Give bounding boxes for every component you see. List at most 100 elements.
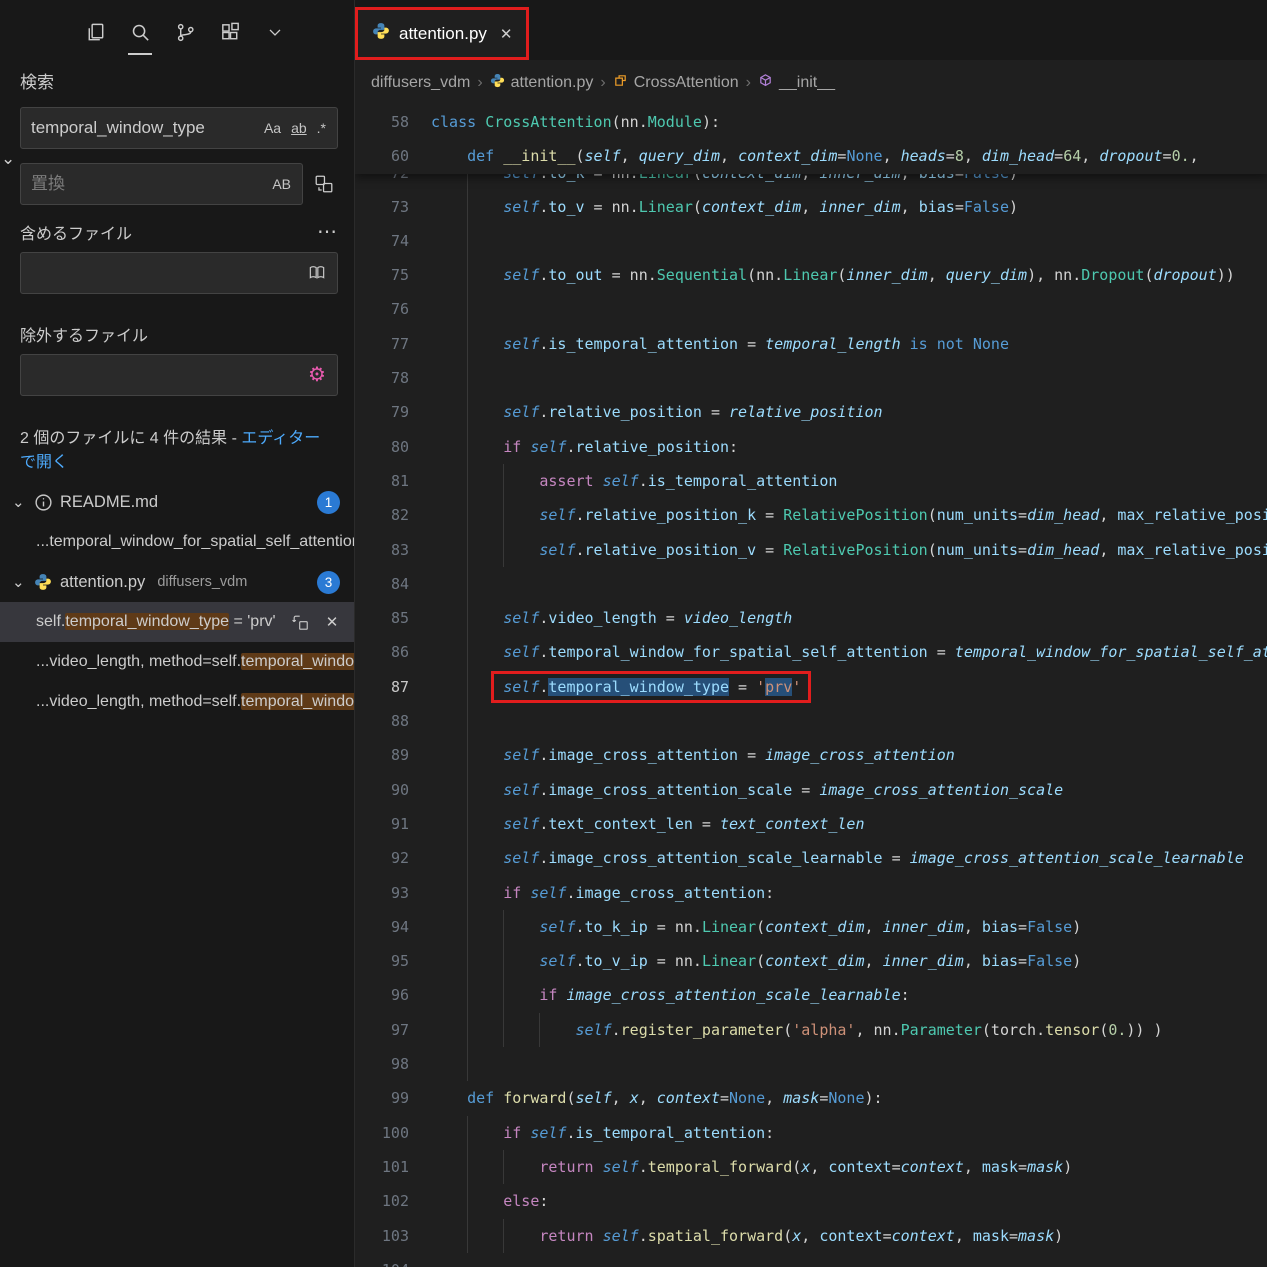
search-input[interactable] [31,118,259,138]
exclude-files-input[interactable] [31,365,303,385]
code-line: 93 if self.image_cross_attention: [355,875,1267,910]
search-result-row[interactable]: self.temporal_window_type = 'prv' ✕ [0,602,354,642]
code-line-content[interactable] [431,1047,1267,1082]
code-line-content[interactable]: self.relative_position_k = RelativePosit… [431,498,1267,533]
replace-icon[interactable] [288,610,312,634]
code-line-content[interactable]: if self.image_cross_attention: [431,875,1267,910]
code-line-content[interactable] [431,704,1267,739]
indent-guide [503,532,505,567]
code-line-content[interactable]: self.text_context_len = text_context_len [431,806,1267,842]
code-line-content[interactable]: self.to_v_ip = nn.Linear(context_dim, in… [431,944,1267,979]
code-line-content[interactable]: self.to_k_ip = nn.Linear(context_dim, in… [431,909,1267,945]
match-case-icon[interactable]: Aa [259,117,286,139]
code-line-content[interactable]: self.video_length = video_length [431,601,1267,636]
include-files-input[interactable] [31,263,303,283]
chevron-down-icon[interactable]: ⌄ [12,573,34,591]
file-result-row[interactable]: ⌄ attention.py diffusers_vdm 3 [0,562,354,602]
code-line-content[interactable]: self.is_temporal_attention = temporal_le… [431,326,1267,362]
code-line-content[interactable]: if self.is_temporal_attention: [431,1115,1267,1150]
code-line-content[interactable]: self.to_out = nn.Sequential(nn.Linear(in… [431,258,1267,293]
replace-all-icon[interactable] [310,170,338,198]
code-line-content[interactable] [431,566,1267,602]
code-lines: 73 self.to_v = nn.Linear(context_dim, in… [355,189,1267,1267]
code-line: 87 self.temporal_window_type = 'prv' [355,669,1267,705]
search-result-row[interactable]: ...video_length, method=self.temporal_wi… [0,682,354,722]
breadcrumb-separator: › [477,73,483,91]
code-line-content[interactable]: self.temporal_window_for_spatial_self_at… [431,635,1267,670]
line-number: 60 [390,147,409,166]
close-icon[interactable]: ✕ [500,25,513,43]
code-line: 83 self.relative_position_v = RelativePo… [355,532,1267,567]
exclude-files-row: 除外するファイル [0,308,354,354]
code-line-content[interactable]: def forward(self, x, context=None, mask=… [431,1081,1267,1115]
code-line-content[interactable]: self.image_cross_attention_scale_learnab… [431,841,1267,876]
preserve-case-icon[interactable]: AB [267,173,296,195]
indent-guide [467,1149,469,1185]
code-line-content[interactable]: if image_cross_attention_scale_learnable… [431,978,1267,1013]
result-snippet: ...temporal_window_for_spatial_self_atte… [36,533,354,550]
indent-guide [503,498,505,533]
code-line-content[interactable]: self.temporal_window_type = 'prv' [431,669,1267,705]
toggle-replace-chevron[interactable]: ⌄ [1,149,15,169]
code-line-content[interactable]: self.image_cross_attention_scale = image… [431,772,1267,807]
regex-icon[interactable]: .* [312,117,331,139]
indent-guide [467,944,469,979]
code-line-content[interactable]: return self.temporal_forward(x, context=… [431,1149,1267,1185]
code-line-content[interactable]: self.relative_position_v = RelativePosit… [431,532,1267,567]
indent-guide [467,669,469,705]
code-line-content[interactable] [431,1253,1267,1267]
match-highlight: temporal_window_type [65,613,229,630]
breadcrumb-separator: › [600,73,606,91]
code-line: 101 return self.temporal_forward(x, cont… [355,1149,1267,1185]
breadcrumb-item-method[interactable]: __init__ [758,73,835,93]
whole-word-icon[interactable]: ab [286,117,312,139]
code-line-content[interactable]: self.relative_position = relative_positi… [431,395,1267,430]
indent-guide [467,566,469,602]
python-icon [372,22,390,45]
code-line-content[interactable]: class CrossAttention(nn.Module): [431,105,1267,139]
tab-attention-py[interactable]: attention.py ✕ [354,7,530,60]
search-result-row[interactable]: ...temporal_window_for_spatial_self_atte… [0,522,354,562]
activity-bar [0,0,354,60]
chevron-down-icon[interactable]: ⌄ [12,493,34,511]
line-number: 87 [390,677,409,696]
chevron-down-icon[interactable] [260,16,290,48]
code-line-content[interactable]: assert self.is_temporal_attention [431,463,1267,499]
search-icon[interactable] [125,16,155,55]
code-line-content[interactable]: else: [431,1184,1267,1219]
code-line: 86 self.temporal_window_for_spatial_self… [355,635,1267,670]
code-line-content[interactable]: self.to_k = nn.Linear(context_dim, inner… [431,173,1267,190]
code-line-content[interactable] [431,223,1267,259]
result-count-badge: 3 [317,570,340,594]
code-line-content[interactable] [431,292,1267,327]
code-line-content[interactable]: def __init__(self, query_dim, context_di… [431,139,1267,173]
breadcrumb-item-file[interactable]: attention.py [490,73,593,93]
code-line-content[interactable]: self.register_parameter('alpha', nn.Para… [431,1012,1267,1048]
code-line: 82 self.relative_position_k = RelativePo… [355,498,1267,533]
source-control-icon[interactable] [170,16,200,48]
code-line-content[interactable]: self.image_cross_attention = image_cross… [431,738,1267,773]
extensions-icon[interactable] [215,16,245,48]
file-name: README.md [60,492,159,511]
file-result-row[interactable]: ⌄ README.md 1 [0,482,354,522]
line-number: 80 [390,437,409,456]
line-number: 99 [390,1089,409,1108]
breadcrumb-item-folder[interactable]: diffusers_vdm [371,74,470,92]
code-line-content[interactable] [431,361,1267,396]
code-editor[interactable]: 58 class CrossAttention(nn.Module): 60 def… [355,105,1267,1267]
dismiss-icon[interactable]: ✕ [320,610,344,634]
code-line-content[interactable]: if self.relative_position: [431,429,1267,464]
indent-guide [467,223,469,259]
code-line: 85 self.video_length = video_length [355,601,1267,636]
explorer-icon[interactable] [80,16,110,48]
breadcrumb-item-class[interactable]: CrossAttention [613,73,739,93]
more-actions-icon[interactable]: ⋯ [317,219,338,244]
exclude-settings-gear-icon[interactable]: ⚙ [303,361,331,389]
file-path: diffusers_vdm [157,574,248,590]
code-line-content[interactable]: return self.spatial_forward(x, context=c… [431,1218,1267,1253]
notebook-icon[interactable] [303,259,331,287]
code-line-content[interactable]: self.to_v = nn.Linear(context_dim, inner… [431,189,1267,224]
replace-input[interactable] [31,174,268,194]
search-result-row[interactable]: ...video_length, method=self.temporal_wi… [0,642,354,682]
line-number: 76 [390,300,409,319]
